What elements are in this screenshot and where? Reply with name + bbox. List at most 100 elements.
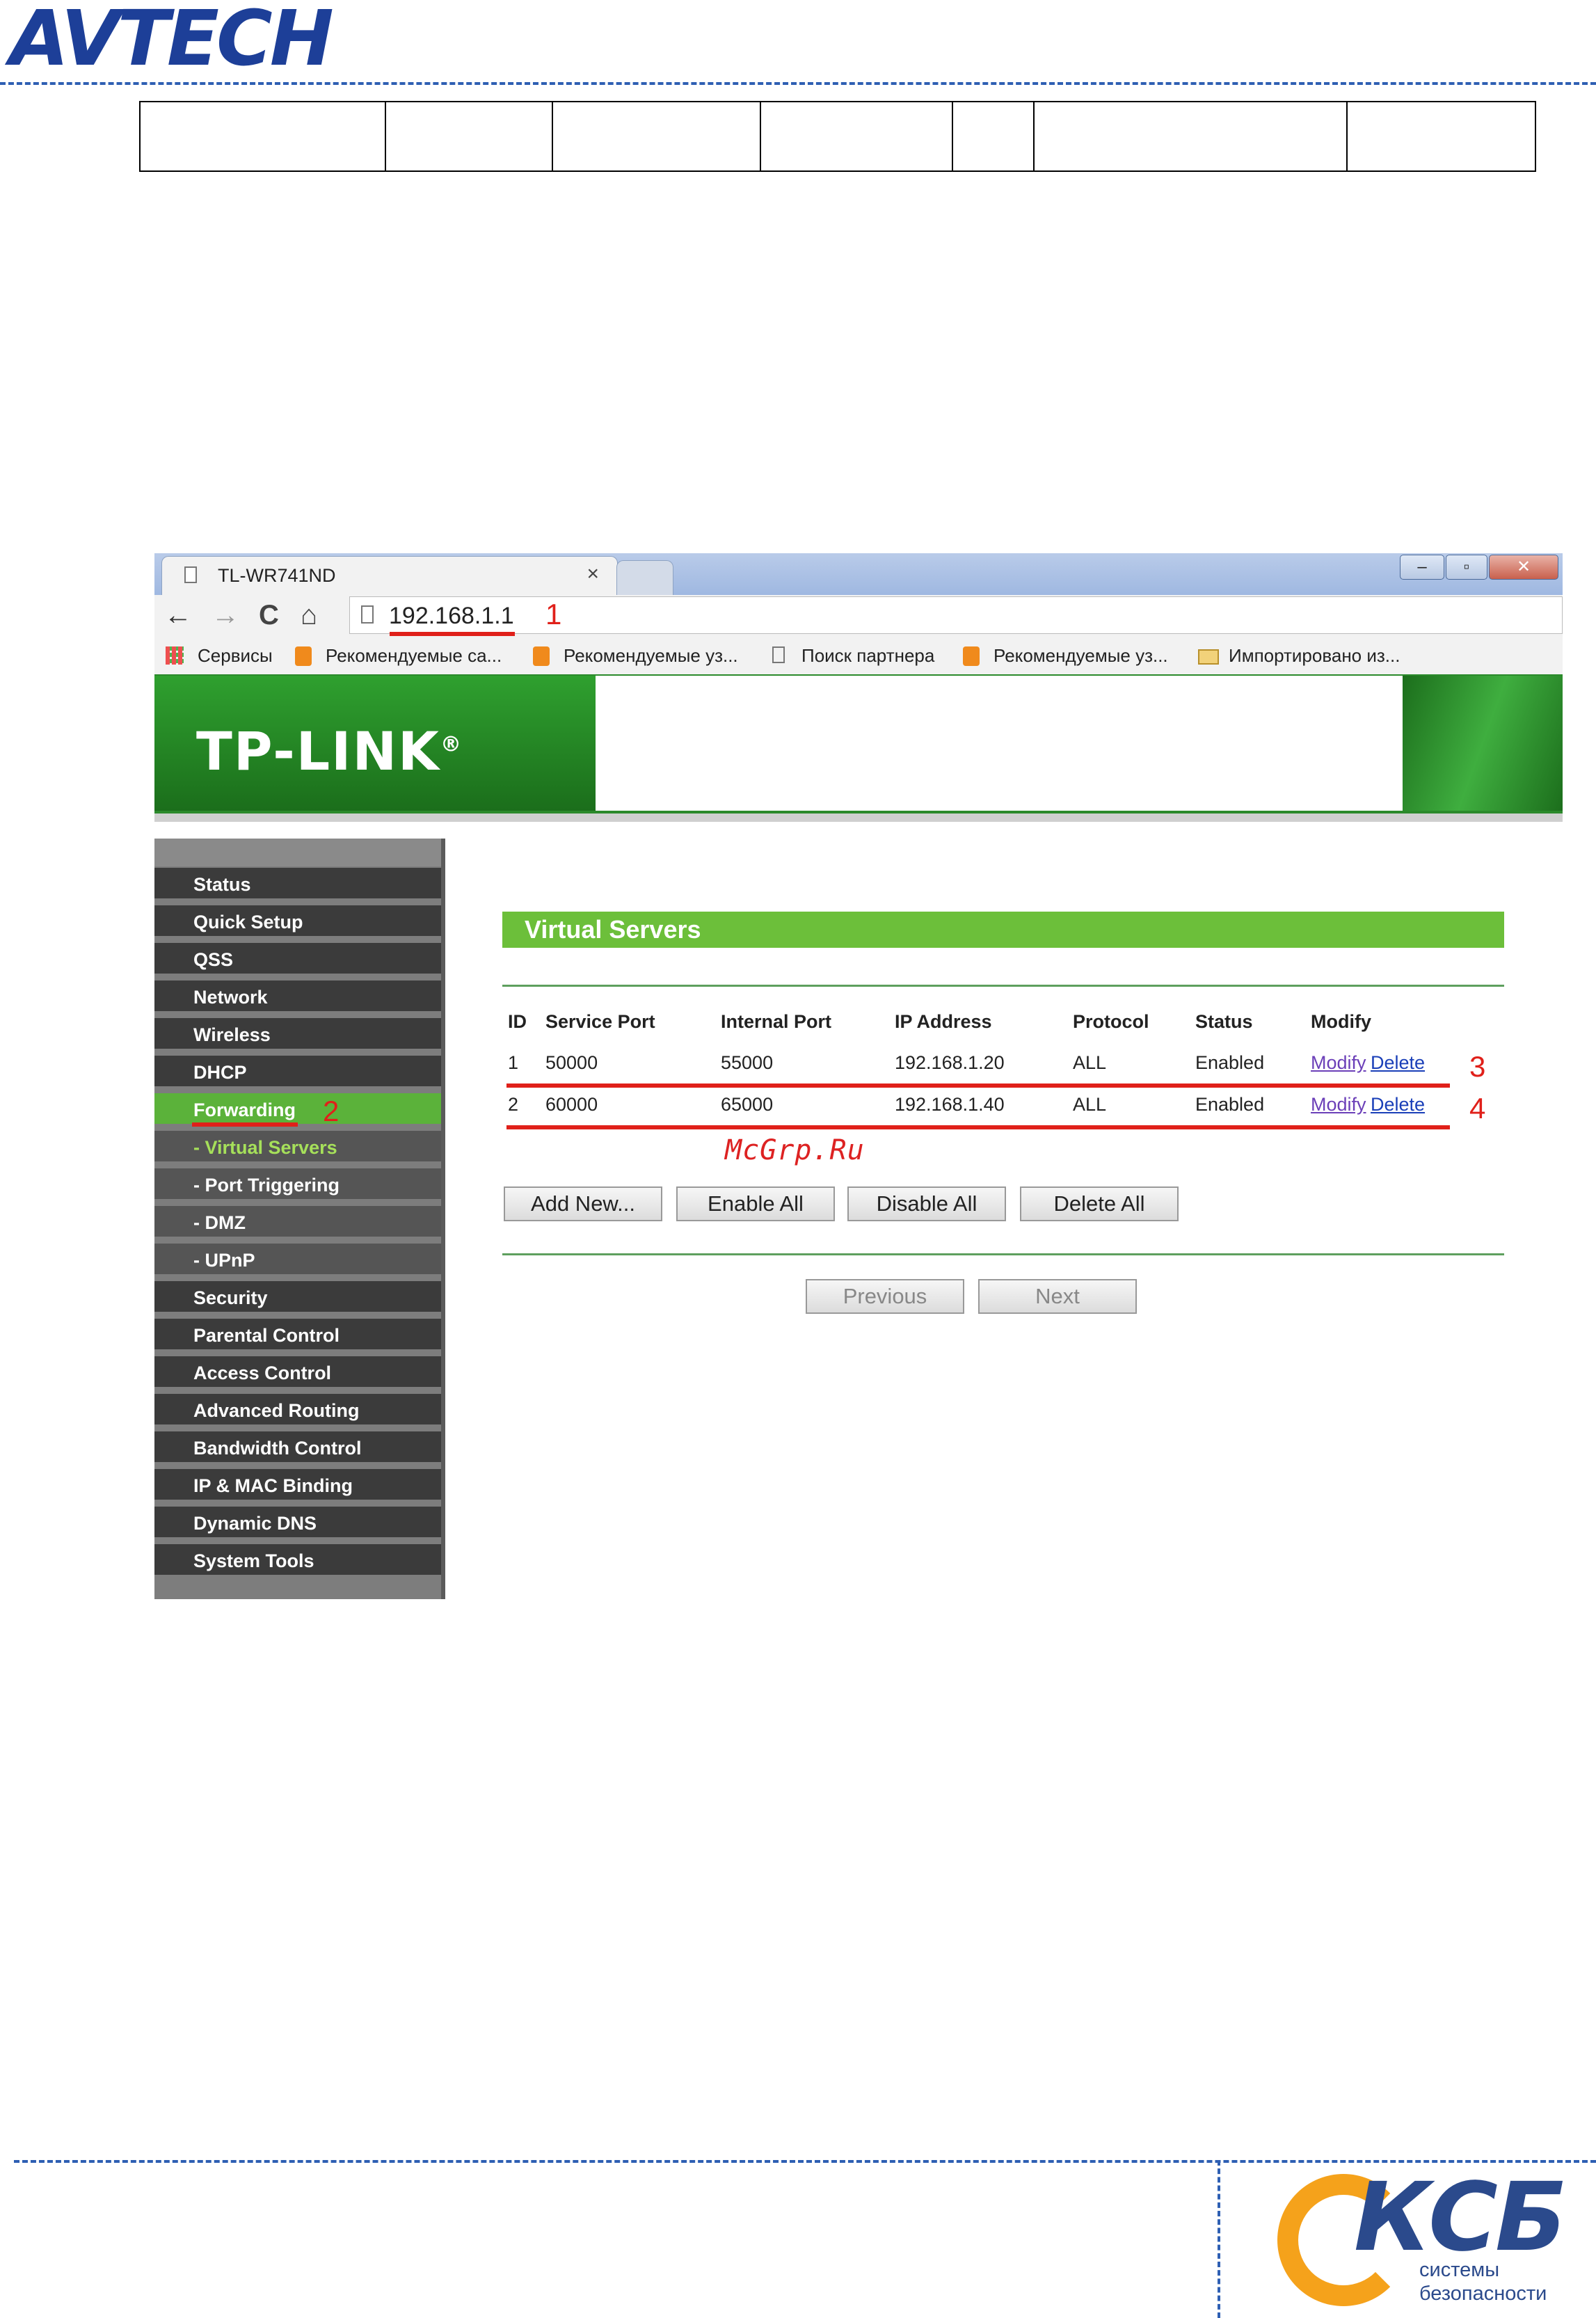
menu-quick-setup[interactable]: Quick Setup <box>154 905 441 939</box>
bookmark-item[interactable]: Импортировано из... <box>1229 645 1400 667</box>
annotation-underline <box>192 1122 298 1127</box>
cell-status: Enabled <box>1195 1052 1265 1073</box>
col-header-service-port: Service Port <box>545 1011 655 1032</box>
cell-id: 1 <box>508 1052 519 1073</box>
banner-center <box>596 676 1403 811</box>
menu-dmz[interactable]: - DMZ <box>154 1206 441 1240</box>
close-icon[interactable]: × <box>586 562 599 586</box>
cell-internal-port: 55000 <box>721 1052 774 1073</box>
annotation-underline <box>390 632 515 636</box>
bulb-icon <box>963 646 980 666</box>
cell-ip-address: 192.168.1.40 <box>895 1094 1005 1115</box>
empty-table <box>139 101 1536 172</box>
apps-grid-icon[interactable] <box>166 646 184 665</box>
empty-cell <box>553 102 762 170</box>
watermark: McGrp.Ru <box>725 1134 865 1166</box>
menu-dynamic-dns[interactable]: Dynamic DNS <box>154 1507 441 1541</box>
cell-ip-address: 192.168.1.20 <box>895 1052 1005 1073</box>
header-divider <box>0 82 1596 85</box>
divider <box>502 985 1504 987</box>
empty-cell <box>953 102 1035 170</box>
bulb-icon <box>533 646 550 666</box>
modify-link[interactable]: Modify <box>1311 1052 1366 1074</box>
delete-all-button[interactable]: Delete All <box>1020 1186 1179 1221</box>
enable-all-button[interactable]: Enable All <box>676 1186 835 1221</box>
menu-qss[interactable]: QSS <box>154 943 441 977</box>
forward-icon[interactable]: → <box>212 598 239 633</box>
address-url[interactable]: 192.168.1.1 <box>389 603 514 630</box>
window-close-button[interactable]: ✕ <box>1489 555 1558 580</box>
cell-service-port: 60000 <box>545 1094 598 1115</box>
cell-protocol: ALL <box>1073 1094 1107 1115</box>
bulb-icon <box>295 646 312 666</box>
cell-id: 2 <box>508 1094 519 1115</box>
annotation-underline <box>506 1083 1450 1088</box>
avtech-logo: AVTECH <box>10 0 334 83</box>
menu-status[interactable]: Status <box>154 868 441 902</box>
bookmark-item[interactable]: Рекомендуемые уз... <box>993 645 1168 667</box>
delete-link[interactable]: Delete <box>1371 1052 1425 1074</box>
menu-security[interactable]: Security <box>154 1281 441 1315</box>
folder-icon <box>1198 649 1219 665</box>
router-screenshot: TL-WR741ND × – ▫ ✕ ← → C ⌂ 192.168.1.1 1… <box>154 553 1563 1599</box>
menu-dhcp[interactable]: DHCP <box>154 1056 441 1090</box>
col-header-modify: Modify <box>1311 1011 1371 1032</box>
bookmark-item[interactable]: Поиск партнера <box>801 645 934 667</box>
bookmark-item[interactable]: Сервисы <box>198 645 273 667</box>
banner-right <box>1403 676 1563 811</box>
menu-virtual-servers[interactable]: - Virtual Servers <box>154 1131 441 1165</box>
empty-cell <box>1348 102 1535 170</box>
delete-link[interactable]: Delete <box>1371 1094 1425 1116</box>
menu-system-tools[interactable]: System Tools <box>154 1544 441 1578</box>
annotation-number: 2 <box>323 1095 340 1127</box>
next-button[interactable]: Next <box>978 1279 1137 1314</box>
page-icon <box>361 605 374 624</box>
back-icon[interactable]: ← <box>164 598 192 633</box>
cell-internal-port: 65000 <box>721 1094 774 1115</box>
section-title: Virtual Servers <box>502 912 1504 948</box>
ksb-logo: КСБ <box>1354 2163 1567 2273</box>
menu-wireless[interactable]: Wireless <box>154 1018 441 1052</box>
menu-network[interactable]: Network <box>154 981 441 1015</box>
menu-upnp[interactable]: - UPnP <box>154 1244 441 1278</box>
empty-cell <box>761 102 953 170</box>
col-header-ip-address: IP Address <box>895 1011 992 1032</box>
footer-vertical-divider <box>1218 2160 1220 2318</box>
empty-cell <box>1035 102 1348 170</box>
page-icon <box>772 646 785 663</box>
col-header-status: Status <box>1195 1011 1253 1032</box>
bookmark-item[interactable]: Рекомендуемые са... <box>326 645 502 667</box>
annotation-number: 1 <box>545 598 562 630</box>
tplink-logo-text: TP-LINK <box>196 720 440 782</box>
minimize-button[interactable]: – <box>1400 555 1444 580</box>
menu-access-control[interactable]: Access Control <box>154 1356 441 1390</box>
ksb-tagline-1: системы <box>1419 2259 1500 2281</box>
registered-mark: ® <box>440 732 463 757</box>
annotation-number: 3 <box>1469 1050 1486 1083</box>
sidebar-header <box>154 839 441 866</box>
empty-cell <box>141 102 387 170</box>
menu-ip-mac-binding[interactable]: IP & MAC Binding <box>154 1469 441 1503</box>
bookmark-item[interactable]: Рекомендуемые уз... <box>564 645 738 667</box>
maximize-button[interactable]: ▫ <box>1446 555 1487 580</box>
previous-button[interactable]: Previous <box>806 1279 964 1314</box>
cell-protocol: ALL <box>1073 1052 1107 1073</box>
menu-advanced-routing[interactable]: Advanced Routing <box>154 1394 441 1428</box>
browser-tab[interactable]: TL-WR741ND × <box>161 556 618 595</box>
ksb-tagline-2: безопасности <box>1419 2283 1547 2305</box>
menu-bandwidth-control[interactable]: Bandwidth Control <box>154 1431 441 1466</box>
tab-title: TL-WR741ND <box>218 565 336 586</box>
page-icon <box>184 566 197 583</box>
modify-link[interactable]: Modify <box>1311 1094 1366 1116</box>
new-tab-button[interactable] <box>616 560 673 596</box>
divider <box>502 1253 1504 1255</box>
menu-port-triggering[interactable]: - Port Triggering <box>154 1168 441 1202</box>
home-icon[interactable]: ⌂ <box>301 598 317 633</box>
empty-cell <box>386 102 553 170</box>
menu-parental-control[interactable]: Parental Control <box>154 1319 441 1353</box>
add-new-button[interactable]: Add New... <box>504 1186 662 1221</box>
reload-icon[interactable]: C <box>259 598 279 633</box>
address-bar[interactable]: 192.168.1.1 <box>349 596 1563 634</box>
annotation-underline <box>506 1125 1450 1129</box>
disable-all-button[interactable]: Disable All <box>847 1186 1006 1221</box>
